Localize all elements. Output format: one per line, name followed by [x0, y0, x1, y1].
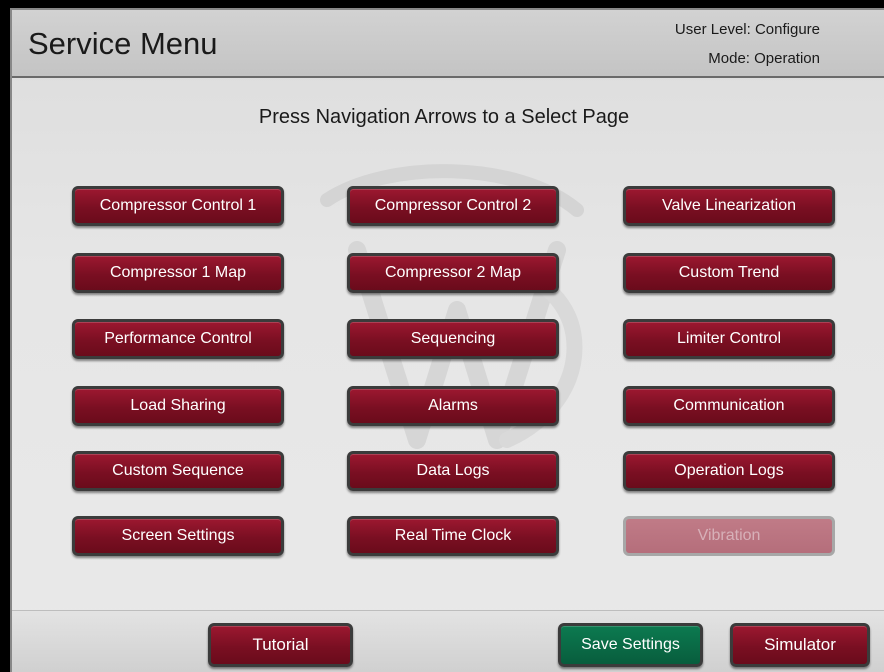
compressor-1-map-button[interactable]: Compressor 1 Map [72, 253, 284, 293]
save-settings-button[interactable]: Save Settings [558, 623, 703, 667]
compressor-2-map-button[interactable]: Compressor 2 Map [347, 253, 559, 293]
mode-text: Mode: Operation [708, 50, 820, 67]
alarms-button[interactable]: Alarms [347, 386, 559, 426]
custom-sequence-button[interactable]: Custom Sequence [72, 451, 284, 491]
instruction-text: Press Navigation Arrows to a Select Page [258, 106, 630, 128]
custom-trend-button[interactable]: Custom Trend [623, 253, 835, 293]
compressor-control-1-button[interactable]: Compressor Control 1 [72, 186, 284, 226]
user-level-text: User Level: Configure [674, 21, 820, 38]
performance-control-button[interactable]: Performance Control [72, 319, 284, 359]
load-sharing-button[interactable]: Load Sharing [72, 386, 284, 426]
valve-linearization-button[interactable]: Valve Linearization [623, 186, 835, 226]
page-title: Service Menu [28, 26, 218, 61]
limiter-control-button[interactable]: Limiter Control [623, 319, 835, 359]
simulator-button[interactable]: Simulator [730, 623, 870, 667]
service-menu-screen: Service Menu User Level: Configure Mode:… [10, 8, 884, 672]
sequencing-button[interactable]: Sequencing [347, 319, 559, 359]
tutorial-button[interactable]: Tutorial [208, 623, 353, 667]
data-logs-button[interactable]: Data Logs [347, 451, 559, 491]
operation-logs-button[interactable]: Operation Logs [623, 451, 835, 491]
real-time-clock-button[interactable]: Real Time Clock [347, 516, 559, 556]
screen-settings-button[interactable]: Screen Settings [72, 516, 284, 556]
header-bar: Service Menu User Level: Configure Mode:… [12, 10, 884, 78]
compressor-control-2-button[interactable]: Compressor Control 2 [347, 186, 559, 226]
communication-button[interactable]: Communication [623, 386, 835, 426]
vibration-button: Vibration [623, 516, 835, 556]
